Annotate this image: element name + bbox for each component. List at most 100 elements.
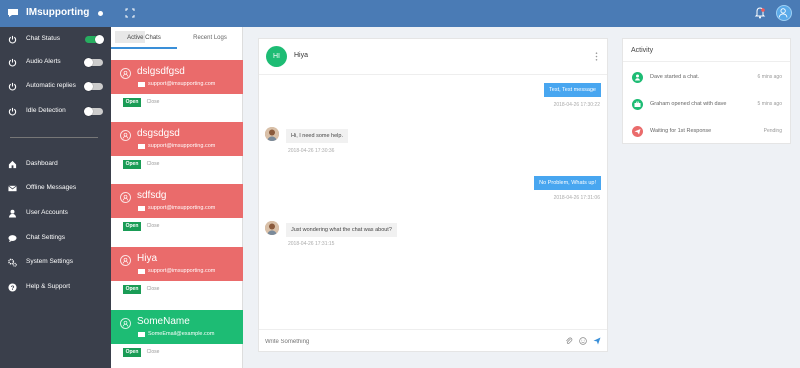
activity-time: Pending (763, 128, 782, 134)
paperclip-icon[interactable] (565, 337, 573, 345)
automatic-replies-switch[interactable] (84, 82, 103, 91)
chat-logo-icon (8, 9, 18, 17)
message-composer (259, 329, 607, 352)
activity-time: 5 mins ago (757, 101, 782, 107)
sidebar-item-dashboard[interactable]: Dashboard (0, 158, 111, 172)
toggle-row-automatic-replies[interactable]: Automatic replies (0, 80, 111, 94)
chat-card-header[interactable]: sdfsdg support@imsupporting.com (111, 184, 243, 218)
activity-item: Dave started a chat. 6 mins ago (623, 69, 790, 89)
chat-bubble-icon (8, 235, 17, 243)
activity-text: Dave started a chat. (650, 74, 700, 80)
open-chat-button[interactable]: Open (123, 348, 141, 357)
chat-card-header[interactable]: SomeName SomeEmail@example.com (111, 310, 243, 344)
chat-card[interactable]: sdfsdg support@imsupporting.com Open Clo… (111, 184, 243, 238)
activity-panel: Activity Dave started a chat. 6 mins ago… (622, 38, 791, 144)
toggle-label: Audio Alerts (26, 58, 61, 65)
tab-recent-logs[interactable]: Recent Logs (177, 27, 243, 49)
sidebar-item-offline-messages[interactable]: Offline Messages (0, 182, 111, 196)
chat-card[interactable]: dslgsdfgsd support@imsupporting.com Open… (111, 60, 243, 114)
sidebar-item-chat-settings[interactable]: Chat Settings (0, 232, 111, 246)
contact-photo-avatar (265, 221, 279, 235)
message-incoming: Hi, I need some help. (286, 129, 348, 143)
sidebar-item-label: Offline Messages (26, 184, 77, 191)
chat-panel: HI Hiya Test, Test message 2018-04-26 17… (258, 38, 608, 352)
sidebar-divider (10, 137, 98, 138)
chat-card-name: dsgsdgsd (137, 128, 180, 139)
user-circle-icon (120, 130, 131, 141)
switch-knob (84, 58, 93, 67)
user-icon (778, 8, 788, 18)
envelope-icon (138, 269, 145, 274)
question-icon: ? (8, 283, 17, 292)
chat-status-switch[interactable] (85, 35, 104, 44)
toggle-row-chat-status[interactable]: Chat Status (0, 33, 111, 47)
idle-detection-switch[interactable] (84, 107, 103, 116)
chat-card-header[interactable]: dsgsdgsd support@imsupporting.com (111, 122, 243, 156)
bell-icon[interactable] (754, 7, 766, 19)
sidebar-item-label: Dashboard (26, 160, 58, 167)
user-icon (632, 72, 643, 83)
activity-divider (623, 61, 790, 62)
home-icon (8, 160, 17, 169)
close-chat-button[interactable]: Close (144, 222, 162, 231)
activity-title: Activity (631, 47, 654, 54)
open-chat-button[interactable]: Open (123, 222, 141, 231)
message-input[interactable] (265, 336, 545, 347)
open-chat-button[interactable]: Open (123, 285, 141, 294)
toggle-label: Automatic replies (26, 82, 76, 89)
message-timestamp: 2018-04-26 17:30:22 (553, 102, 600, 108)
svg-text:?: ? (11, 285, 15, 292)
activity-text: Waiting for 1st Response (650, 128, 712, 134)
activity-text: Graham opened chat with dave (650, 101, 727, 107)
close-chat-button[interactable]: Close (144, 285, 162, 294)
toggle-label: Chat Status (26, 35, 60, 42)
chat-card[interactable]: Hiya support@imsupporting.com Open Close (111, 247, 243, 301)
envelope-icon (138, 144, 145, 149)
envelope-icon (138, 332, 145, 337)
status-dot-icon (98, 11, 103, 16)
send-icon[interactable] (593, 337, 601, 345)
power-icon (8, 107, 17, 116)
emoji-icon[interactable] (579, 337, 587, 345)
chat-card-email: support@imsupporting.com (148, 268, 216, 274)
top-bar: IMsupporting (0, 0, 800, 27)
message-incoming: Just wondering what the chat was about? (286, 223, 397, 237)
open-chat-button[interactable]: Open (123, 98, 141, 107)
audio-alerts-switch[interactable] (84, 58, 103, 67)
chat-card-email: support@imsupporting.com (148, 143, 216, 149)
expand-icon[interactable] (125, 8, 135, 18)
sidebar-item-help-support[interactable]: ? Help & Support (0, 281, 111, 295)
more-vertical-icon[interactable] (595, 52, 598, 61)
sidebar-item-label: Help & Support (26, 283, 71, 290)
sidebar-item-label: System Settings (26, 258, 73, 265)
close-chat-button[interactable]: Close (144, 348, 162, 357)
chat-card[interactable]: SomeName SomeEmail@example.com Open Clos… (111, 310, 243, 364)
sidebar-item-system-settings[interactable]: System Settings (0, 256, 111, 270)
close-chat-button[interactable]: Close (144, 98, 162, 107)
chat-card-email: support@imsupporting.com (148, 205, 216, 211)
left-sidebar: Chat Status Audio Alerts Automatic repli… (0, 27, 111, 368)
chat-card-name: dslgsdfgsd (137, 66, 185, 77)
open-chat-button[interactable]: Open (123, 160, 141, 169)
sidebar-item-user-accounts[interactable]: User Accounts (0, 207, 111, 221)
person-photo-icon (265, 221, 279, 235)
envelope-icon (138, 206, 145, 211)
toggle-row-idle-detection[interactable]: Idle Detection (0, 105, 111, 119)
chat-card-email: SomeEmail@example.com (148, 331, 215, 337)
envelope-icon (138, 82, 145, 87)
toggle-row-audio-alerts[interactable]: Audio Alerts (0, 56, 111, 70)
tab-active-chats[interactable]: Active Chats (111, 27, 177, 49)
contact-name: Hiya (294, 52, 309, 59)
contact-photo-avatar (265, 127, 279, 141)
chat-card[interactable]: dsgsdgsd support@imsupporting.com Open C… (111, 122, 243, 176)
activity-item: Graham opened chat with dave 5 mins ago (623, 96, 790, 116)
user-circle-icon (120, 318, 131, 329)
briefcase-icon (632, 99, 643, 110)
chat-card-header[interactable]: Hiya support@imsupporting.com (111, 247, 243, 281)
switch-knob (84, 107, 93, 116)
user-avatar-button[interactable] (776, 5, 792, 21)
close-chat-button[interactable]: Close (144, 160, 162, 169)
switch-knob (95, 35, 104, 44)
chat-card-header[interactable]: dslgsdfgsd support@imsupporting.com (111, 60, 243, 94)
chat-card-name: Hiya (137, 253, 158, 264)
